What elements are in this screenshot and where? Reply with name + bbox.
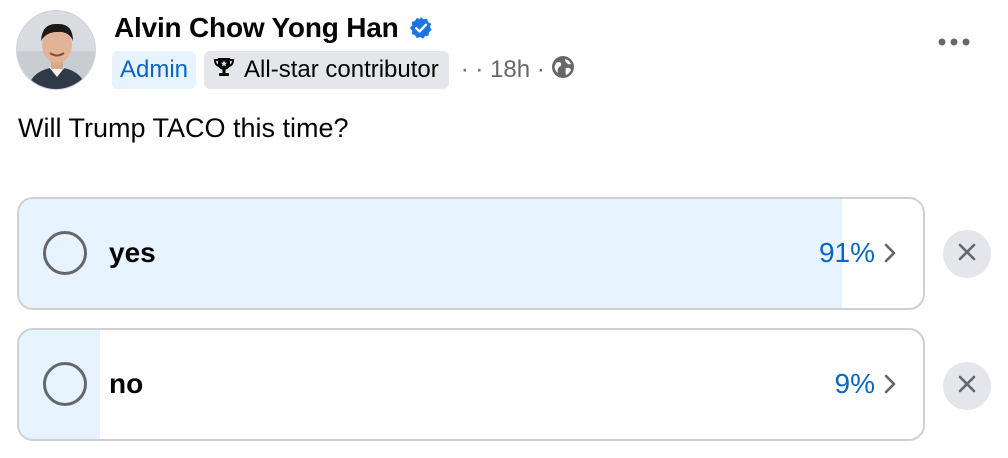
poll-option-yes[interactable]: yes 91%	[17, 197, 925, 310]
close-icon	[957, 242, 977, 267]
timestamp-text[interactable]: · · 18h ·	[461, 56, 545, 84]
poll-radio-button[interactable]	[43, 362, 87, 406]
contributor-badge-label: All-star contributor	[244, 56, 439, 83]
author-name-text[interactable]: Alvin Chow Yong Han	[114, 12, 399, 44]
remove-option-button-no[interactable]	[943, 362, 991, 410]
verified-badge-icon	[409, 16, 433, 40]
post-meta: Admin All-star contributor · · 18h ·	[112, 51, 575, 89]
chevron-right-icon[interactable]	[883, 242, 897, 269]
post-text: Will Trump TACO this time?	[18, 113, 349, 143]
trophy-icon	[212, 55, 236, 86]
admin-badge[interactable]: Admin	[112, 51, 197, 89]
more-options-icon	[934, 35, 974, 53]
poll-option-percent[interactable]: 9%	[835, 368, 875, 400]
author-name[interactable]: Alvin Chow Yong Han	[114, 12, 433, 44]
poll-radio-button[interactable]	[43, 231, 87, 275]
post-timestamp[interactable]: · · 18h ·	[461, 55, 575, 86]
poll-option-label: yes	[109, 237, 156, 268]
remove-option-button-yes[interactable]	[943, 230, 991, 278]
poll-option-percent[interactable]: 91%	[819, 237, 875, 269]
contributor-badge[interactable]: All-star contributor	[204, 51, 449, 89]
more-options-button[interactable]	[928, 24, 980, 64]
poll-option-no[interactable]: no 9%	[17, 328, 925, 441]
poll-option-label: no	[109, 368, 144, 399]
globe-icon	[551, 55, 575, 86]
avatar[interactable]	[16, 10, 96, 90]
chevron-right-icon[interactable]	[883, 373, 897, 400]
close-icon	[957, 374, 977, 399]
